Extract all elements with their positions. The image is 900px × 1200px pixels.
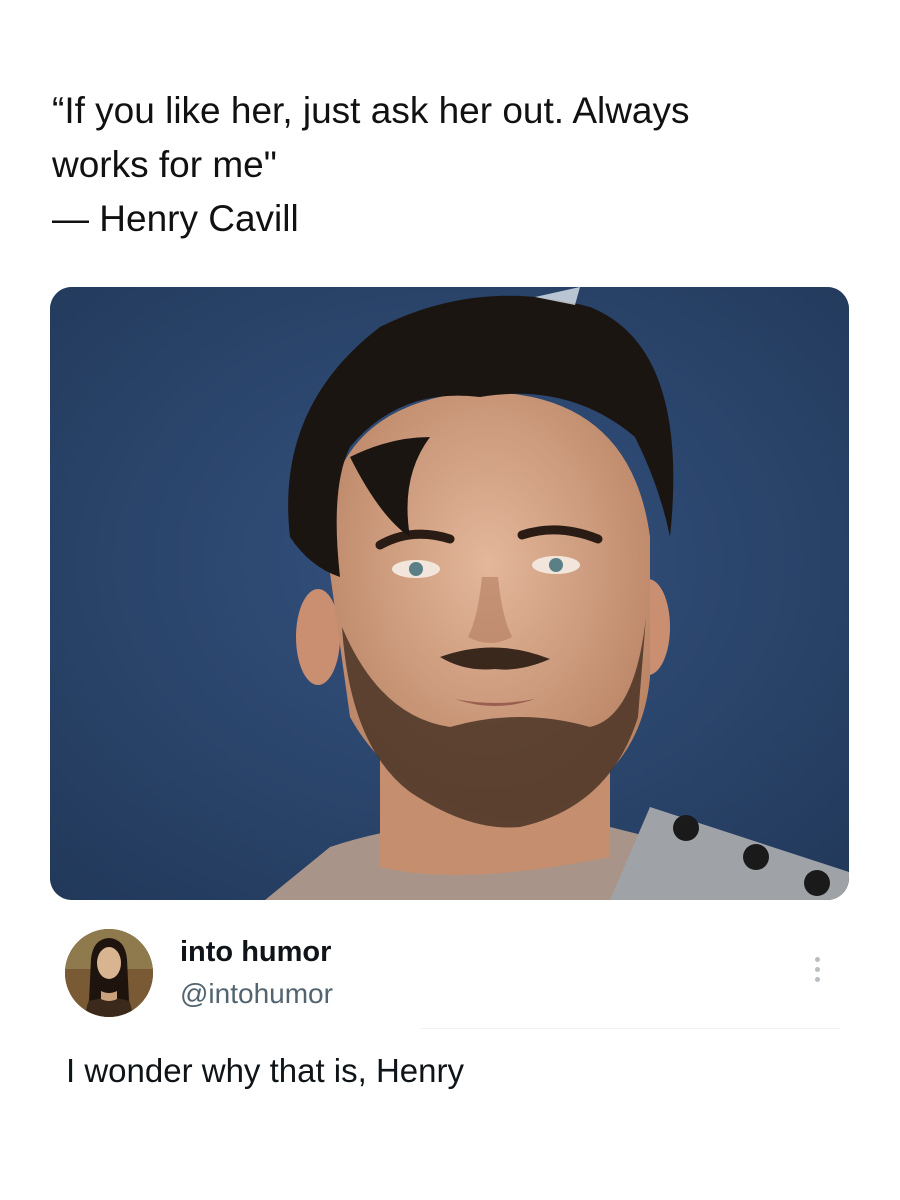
more-dot-icon (814, 976, 820, 982)
quote-line-2: works for me" (52, 144, 277, 185)
portrait-photo-icon (50, 287, 849, 900)
post-photo[interactable] (50, 287, 849, 900)
more-dot-icon (814, 956, 820, 962)
post-text: I wonder why that is, Henry (66, 1052, 464, 1089)
author-handle[interactable]: @intohumor (180, 978, 333, 1010)
quote-line-1: “If you like her, just ask her out. Alwa… (52, 90, 690, 131)
author-avatar[interactable] (65, 929, 153, 1017)
meme-quote: “If you like her, just ask her out. Alwa… (52, 84, 852, 246)
author-display-name[interactable]: into humor (180, 936, 331, 969)
quote-attribution: — Henry Cavill (52, 198, 299, 239)
more-options-button[interactable] (804, 950, 830, 988)
more-dot-icon (814, 966, 820, 972)
divider (420, 1028, 840, 1029)
painting-portrait-avatar-icon (65, 929, 153, 1017)
